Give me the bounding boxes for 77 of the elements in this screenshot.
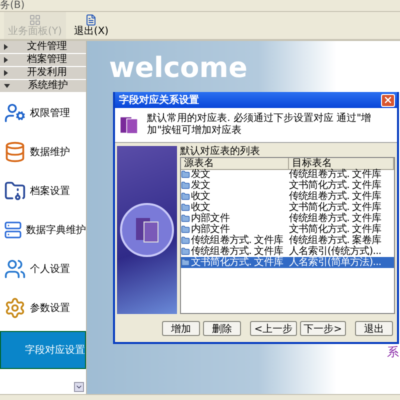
close-icon: [383, 95, 393, 105]
table-cell: 传统组卷方式. 文件库: [289, 213, 381, 224]
database-icon: [4, 140, 26, 162]
table-cell: 收文: [191, 191, 210, 202]
table-cell: 传统组卷方式. 文件库: [289, 191, 381, 202]
panel-icon: [28, 14, 41, 26]
document-icon: [85, 14, 98, 26]
section-label: 文件管理: [26, 41, 68, 53]
section-label: 系统维护: [27, 80, 69, 92]
folder-icon: [181, 236, 190, 245]
dialog-title-bar: 字段对应关系设置: [115, 92, 397, 108]
dialog-button[interactable]: 增加: [162, 320, 200, 336]
dialog-button[interactable]: 退出: [355, 320, 393, 336]
accordion-header[interactable]: 档案管理: [0, 54, 86, 67]
folder-icon: [181, 170, 190, 179]
welcome-watermark-text: welcome: [108, 50, 248, 83]
accordion-header[interactable]: 文件管理: [0, 41, 86, 54]
table-cell: 文书简化方式. 文件库: [289, 224, 381, 235]
folder-icon: [181, 192, 190, 201]
scroll-down-button[interactable]: [74, 382, 84, 392]
table-row[interactable]: 收文 文书简化方式. 文件库: [181, 202, 394, 213]
sidebar-item[interactable]: 字段对应设置: [0, 331, 86, 369]
dialog-button[interactable]: <上一步: [250, 320, 297, 336]
sidebar-item[interactable]: 个人设置: [0, 249, 86, 288]
user-gear-icon: [4, 102, 26, 124]
section-label: 档案管理: [26, 54, 68, 66]
dialog-message: 默认常用的对应表. 必须通过下步设置对应 通过"增加"按钮可增加对应表: [147, 113, 372, 137]
dialog-button[interactable]: 删除: [203, 320, 242, 336]
table-cell: 内部文件: [191, 213, 230, 224]
folder-icon: [181, 214, 190, 223]
table-row[interactable]: 内部文件 文书简化方式. 文件库: [181, 224, 394, 235]
table-cell: 传统组卷方式. 文件库: [289, 169, 381, 180]
table-cell: 人名索引(简单方法)...: [289, 257, 382, 268]
folder-icon: [181, 225, 190, 234]
menu-item[interactable]: 务(B): [0, 0, 25, 11]
globe-logo-drawing: [119, 202, 175, 258]
table-row[interactable]: 文书简化方式. 文件库 人名索引(简单方法)...: [181, 257, 394, 268]
column-header[interactable]: 目标表名: [289, 158, 394, 170]
folder-icon: [181, 247, 190, 256]
close-button[interactable]: [381, 94, 395, 106]
table-cell: 传统组卷方式. 案卷库: [289, 235, 381, 246]
table-cell: 文书简化方式. 文件库: [289, 180, 381, 191]
sidebar-item[interactable]: 数据维护: [0, 132, 86, 171]
sidebar-item[interactable]: 参数设置: [0, 288, 86, 327]
dialog-button[interactable]: 下一步>: [300, 320, 346, 336]
table-cell: 收文: [191, 202, 210, 213]
sidebar-item[interactable]: 权限管理: [0, 93, 86, 132]
gear-icon: [4, 296, 26, 318]
table-row[interactable]: 收文 传统组卷方式. 文件库: [181, 191, 394, 202]
column-header[interactable]: 源表名: [181, 158, 289, 170]
table-cell: 发文: [191, 180, 210, 191]
table-cell: 人名索引(传统方式)...: [289, 246, 382, 257]
sidebar-item[interactable]: 数据字典维护: [0, 210, 86, 249]
table-row[interactable]: 传统组卷方式. 文件库 传统组卷方式. 案卷库: [181, 235, 394, 246]
table-row[interactable]: 传统组卷方式. 文件库 人名索引(传统方式)...: [181, 246, 394, 257]
table-cell: 发文: [191, 169, 210, 180]
folder-icon: [181, 203, 190, 212]
table-row[interactable]: 发文 传统组卷方式. 文件库: [181, 169, 394, 180]
sidebar-item[interactable]: 档案设置: [0, 171, 86, 210]
background-text: 系: [387, 344, 399, 361]
table-row[interactable]: 内部文件 传统组卷方式. 文件库: [181, 213, 394, 224]
table-cell: 传统组卷方式. 文件库: [191, 235, 283, 246]
table-row[interactable]: 发文 文书简化方式. 文件库: [181, 180, 394, 191]
table-cell: 文书简化方式. 文件库: [289, 202, 381, 213]
toolbar-button[interactable]: 退出(X): [70, 12, 113, 39]
chevron-down-icon: [75, 383, 83, 391]
accordion-header[interactable]: 开发利用: [0, 67, 86, 80]
accordion-header[interactable]: 系统维护: [0, 80, 86, 93]
users-icon: [4, 258, 26, 280]
archive-folder-icon: [4, 180, 26, 202]
table-cell: 传统组卷方式. 文件库: [191, 246, 283, 257]
section-label: 开发利用: [26, 67, 68, 79]
table-cell: 文书简化方式. 文件库: [191, 257, 283, 268]
folder-icon: [181, 181, 190, 190]
table-cell: 内部文件: [191, 224, 230, 235]
list-caption: 默认对应表的列表: [180, 146, 261, 157]
folder-icon: [181, 258, 190, 267]
